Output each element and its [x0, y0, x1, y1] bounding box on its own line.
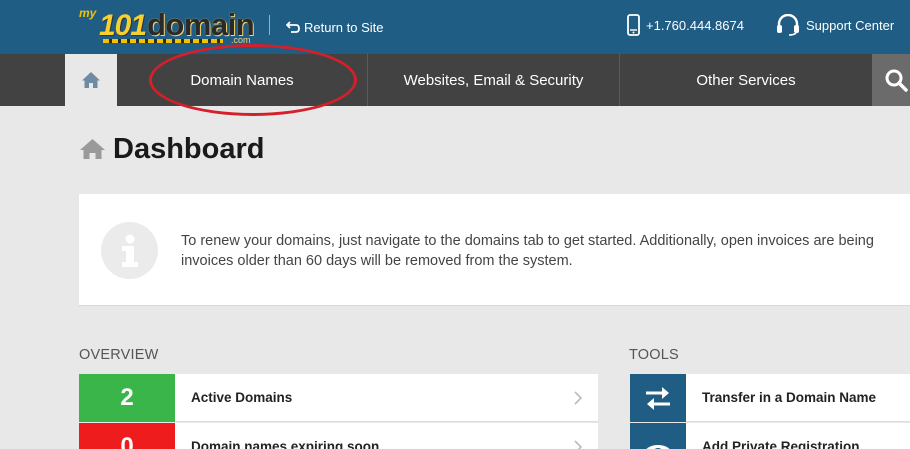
- support-center-link[interactable]: Support Center: [776, 13, 894, 37]
- count-badge: 0: [79, 423, 175, 449]
- count-badge: 2: [79, 374, 175, 422]
- header-divider: [269, 15, 270, 35]
- logo-number: 101: [99, 9, 147, 42]
- info-message-line: To renew your domains, just navigate to …: [181, 233, 874, 249]
- eye-icon: [630, 423, 686, 449]
- transfer-icon: [630, 374, 686, 422]
- mobile-phone-icon: [627, 14, 640, 36]
- phone-number[interactable]: +1.760.444.8674: [627, 14, 744, 36]
- tile-label: Active Domains: [191, 390, 293, 405]
- tool-tile-transfer-domain[interactable]: Transfer in a Domain Name: [630, 374, 910, 422]
- home-icon: [80, 139, 105, 159]
- chevron-right-icon: [574, 440, 582, 449]
- tile-label: Transfer in a Domain Name: [702, 390, 877, 405]
- overview-section-label: OVERVIEW: [79, 347, 159, 363]
- info-message-line: invoices older than 60 days will be remo…: [181, 252, 573, 269]
- overview-tile-active-domains[interactable]: 2 Active Domains: [79, 374, 598, 422]
- site-logo[interactable]: my 101 domain .com: [79, 5, 255, 45]
- nav-websites-email-security[interactable]: Websites, Email & Security: [368, 54, 619, 106]
- logo-stripe: [103, 39, 223, 43]
- return-to-site-label: Return to Site: [304, 19, 384, 35]
- tile-label: Domain names expiring soon: [191, 439, 380, 449]
- nav-home-tab[interactable]: [65, 54, 117, 106]
- top-bar: my 101 domain .com Return to Site +1.760…: [0, 0, 910, 54]
- return-to-site-link[interactable]: Return to Site: [286, 18, 384, 36]
- nav-search-button[interactable]: [872, 54, 910, 106]
- chevron-right-icon: [574, 391, 582, 405]
- info-message: To renew your domains, just navigate to …: [181, 232, 910, 271]
- phone-number-text: +1.760.444.8674: [646, 17, 744, 33]
- return-arrow-icon: [286, 21, 300, 33]
- logo-tld: .com: [231, 35, 251, 45]
- home-icon: [82, 72, 100, 88]
- nav-domain-names[interactable]: Domain Names: [117, 54, 367, 106]
- info-icon: [101, 222, 158, 279]
- search-icon: [885, 69, 908, 92]
- tile-label: Add Private Registration: [702, 439, 860, 449]
- info-notice: To renew your domains, just navigate to …: [79, 194, 910, 306]
- page-heading: Dashboard: [79, 131, 264, 167]
- page-title: Dashboard: [113, 132, 265, 165]
- nav-other-services[interactable]: Other Services: [620, 54, 872, 106]
- tool-tile-private-registration[interactable]: Add Private Registration: [630, 423, 910, 449]
- overview-tile-expiring-domains[interactable]: 0 Domain names expiring soon: [79, 423, 598, 449]
- headset-icon: [777, 14, 799, 36]
- main-nav: Domain Names Websites, Email & Security …: [0, 54, 910, 106]
- tools-section-label: TOOLS: [629, 347, 679, 363]
- support-center-label: Support Center: [806, 17, 895, 33]
- logo-my: my: [79, 6, 97, 20]
